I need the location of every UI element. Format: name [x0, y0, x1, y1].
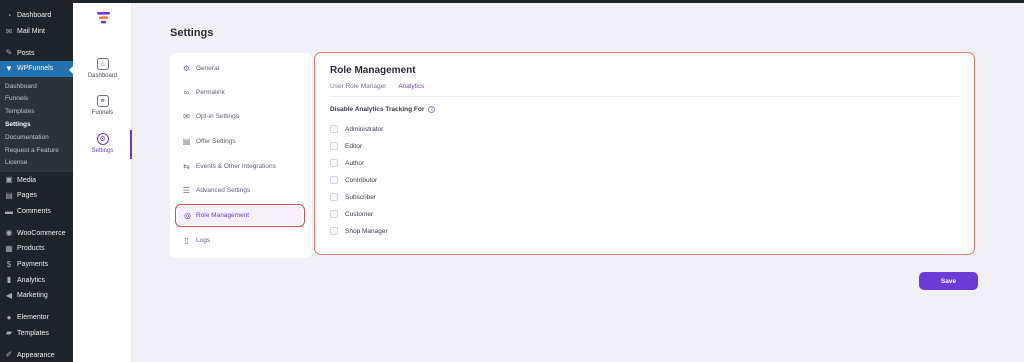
checkbox[interactable]: [330, 227, 338, 235]
wpfunnels-logo: [97, 11, 110, 29]
elementor-icon: ●: [6, 312, 12, 322]
pin-icon: ✎: [5, 48, 13, 58]
role-management-panel: Role Management User Role Manager Analyt…: [314, 52, 975, 255]
role-row-editor[interactable]: Editor: [330, 140, 362, 152]
role-row-contributor[interactable]: Contributor: [330, 174, 377, 186]
brush-icon: ✐: [5, 350, 13, 360]
woocommerce-icon: ◉: [5, 228, 13, 238]
rail-funnels[interactable]: ≡ Funnels: [73, 95, 132, 116]
role-row-author[interactable]: Author: [330, 157, 364, 169]
wp-menu-dashboard[interactable]: ◔ Dashboard: [0, 8, 73, 24]
wp-submenu-templates[interactable]: Templates: [0, 105, 73, 118]
wp-menu-elementor[interactable]: ● Elementor: [0, 310, 73, 326]
checkbox[interactable]: [330, 159, 338, 167]
tab-user-role-manager[interactable]: User Role Manager: [330, 81, 386, 97]
nav-permalink[interactable]: ∞ Permalink: [182, 83, 225, 101]
gift-icon: ▤: [182, 136, 191, 146]
wp-menu-templates[interactable]: ▰ Templates: [0, 326, 73, 342]
checkbox[interactable]: [330, 142, 338, 150]
wp-submenu-license[interactable]: License: [0, 157, 73, 170]
nav-optin[interactable]: ✉ Opt-in Settings: [182, 107, 239, 125]
link-icon: ∞: [183, 87, 190, 97]
nav-logs[interactable]: ▯ Logs: [182, 231, 210, 249]
gear-icon: ⚙: [182, 63, 191, 73]
comments-icon: ▬: [5, 206, 13, 216]
checkbox[interactable]: [330, 176, 338, 184]
media-icon: ▣: [5, 175, 13, 185]
nav-role-management[interactable]: ◎ Role Management: [178, 206, 302, 225]
panel-title: Role Management: [330, 65, 416, 76]
role-row-shop-manager[interactable]: Shop Manager: [330, 225, 388, 237]
wp-menu-posts[interactable]: ✎ Posts: [0, 45, 73, 61]
sliders-icon: ☰: [182, 185, 191, 195]
wp-admin-sidebar: ◔ Dashboard ✉ Mail Mint ✎ Posts ▼ WPFunnels …: [0, 3, 73, 362]
checkbox[interactable]: [330, 210, 338, 218]
wp-submenu-funnels[interactable]: Funnels: [0, 93, 73, 106]
role-row-administrator[interactable]: Administrator: [330, 123, 383, 135]
wp-menu-payments[interactable]: $ Payments: [0, 257, 73, 273]
wp-menu-products[interactable]: ▦ Products: [0, 241, 73, 257]
wpfunnels-submenu: Dashboard Funnels Templates Settings Doc…: [0, 76, 73, 173]
rail-settings[interactable]: ⚙ Settings: [73, 133, 132, 154]
products-icon: ▦: [5, 243, 13, 253]
rail-dashboard[interactable]: ⌂ Dashboard: [73, 58, 132, 79]
wp-submenu-dashboard[interactable]: Dashboard: [0, 80, 73, 93]
home-icon: ⌂: [96, 58, 109, 70]
role-row-subscriber[interactable]: Subscriber: [330, 191, 376, 203]
dashboard-icon: ◔: [6, 10, 12, 20]
checkbox[interactable]: [330, 125, 338, 133]
role-row-customer[interactable]: Customer: [330, 208, 373, 220]
wp-menu-wpfunnels[interactable]: ▼ WPFunnels: [0, 61, 73, 77]
wp-menu-mail-mint[interactable]: ✉ Mail Mint: [0, 24, 73, 40]
pages-icon: ▤: [5, 190, 13, 200]
wp-menu-woocommerce[interactable]: ◉ WooCommerce: [0, 225, 73, 241]
megaphone-icon: ◀: [5, 290, 13, 300]
envelope-icon: ✉: [183, 111, 190, 121]
wp-menu-pages[interactable]: ▤ Pages: [0, 188, 73, 204]
wp-menu-comments[interactable]: ▬ Comments: [0, 204, 73, 220]
info-icon[interactable]: i: [428, 106, 436, 113]
wp-submenu-request-feature[interactable]: Request a Feature: [0, 144, 73, 157]
nav-events[interactable]: ⇆ Events & Other Integrations: [182, 157, 276, 175]
integration-icon: ⇆: [183, 161, 190, 171]
wp-menu-media[interactable]: ▣ Media: [0, 172, 73, 188]
rail-active-indicator: [130, 130, 132, 159]
checkbox[interactable]: [330, 193, 338, 201]
plugin-rail: ⌂ Dashboard ≡ Funnels ⚙ Settings: [73, 3, 132, 362]
document-icon: ≡: [96, 95, 109, 107]
gear-icon: ⚙: [96, 133, 109, 145]
wp-menu-appearance[interactable]: ✐ Appearance: [0, 347, 73, 362]
wp-submenu-settings[interactable]: Settings: [0, 118, 73, 131]
user-circle-icon: ◎: [184, 211, 191, 220]
payments-icon: $: [6, 259, 12, 269]
tabs: User Role Manager Analytics: [330, 81, 425, 97]
nav-general[interactable]: ⚙ General: [182, 59, 219, 77]
tab-analytics[interactable]: Analytics: [398, 81, 425, 97]
settings-nav: ⚙ General ∞ Permalink ✉ Opt-in Settings ▤ Of…: [170, 53, 312, 258]
mail-icon: ✉: [5, 26, 13, 36]
save-button[interactable]: Save: [919, 272, 978, 290]
wp-submenu-documentation[interactable]: Documentation: [0, 131, 73, 144]
file-icon: ▯: [184, 235, 189, 245]
wp-menu-marketing[interactable]: ◀ Marketing: [0, 288, 73, 304]
wp-menu-analytics[interactable]: ▮ Analytics: [0, 272, 73, 288]
analytics-icon: ▮: [6, 275, 12, 285]
folder-icon: ▰: [5, 328, 13, 338]
admin-bar: [0, 0, 1024, 3]
page-title: Settings: [170, 27, 214, 39]
nav-advanced[interactable]: ☰ Advanced Settings: [182, 181, 250, 199]
section-label: Disable Analytics Tracking For i: [330, 106, 436, 113]
nav-offer[interactable]: ▤ Offer Settings: [182, 132, 236, 150]
tab-divider: [330, 96, 960, 97]
funnel-icon: ▼: [5, 63, 13, 73]
